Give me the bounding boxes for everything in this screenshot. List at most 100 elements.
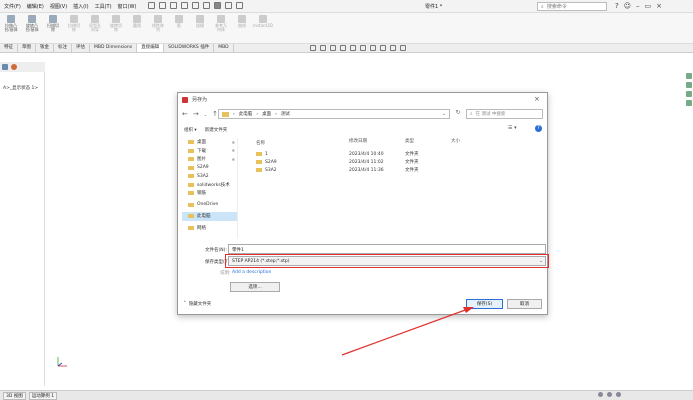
organize-button[interactable]: 组织 ▾ [184,127,197,133]
nav-pane-item[interactable]: OneDrive [182,201,237,210]
nav-pane-item[interactable]: S2A9 [182,164,237,173]
menu-item[interactable]: 窗口(W) [118,3,137,10]
resources-icon[interactable] [686,73,692,79]
address-dropdown-icon[interactable]: ⌄ [442,111,446,117]
breadcrumb-item[interactable]: 此电脑 [239,111,253,117]
appearance-tab-icon[interactable] [11,64,17,70]
feature-tree-icon[interactable] [2,64,8,70]
ribbon-button[interactable]: 旋转切除 [109,15,123,41]
cancel-button[interactable]: 取消 [507,299,542,309]
ribbon-button[interactable]: 拉伸切除 [67,15,81,41]
ribbon-button[interactable]: 拉伸凸台/基体 [4,15,18,41]
help-icon[interactable]: ? [615,2,619,10]
refresh-icon[interactable]: ↻ [453,109,463,119]
status-tab[interactable]: 3D 视图 [3,391,26,400]
nav-pane-item[interactable]: 下载 ✱ [182,147,237,156]
forward-arrow-icon[interactable]: → [193,110,199,118]
zoom-area-icon[interactable] [320,45,326,51]
command-search[interactable]: ⌕ 搜索命令 [537,2,607,11]
nav-pane-item[interactable]: 图片 ✱ [182,155,237,164]
ribbon-button[interactable]: 拔模 [193,15,207,41]
command-tab[interactable]: 钣金 [36,44,54,52]
scene-icon[interactable] [390,45,396,51]
hide-show-icon[interactable] [370,45,376,51]
command-tab[interactable]: MBD [214,44,234,52]
column-header[interactable]: 名称 [248,138,349,147]
new-document-icon[interactable] [159,2,166,9]
close-icon[interactable]: × [656,2,662,10]
ribbon-button[interactable]: 参考几何体 [214,15,228,41]
command-tab[interactable]: SOLIDWORKS 插件 [164,44,215,52]
file-row[interactable]: S2A9 2023/4/4 11:02 文件夹 [248,158,544,166]
file-explorer-icon[interactable] [686,91,692,97]
new-folder-button[interactable]: 新建文件夹 [205,127,228,133]
file-row[interactable]: 1 2023/4/4 10:40 文件夹 [248,150,544,158]
command-tab[interactable]: 直接编辑 [137,44,165,52]
address-bar[interactable]: › 此电脑 › 桌面 › 测试 [218,109,450,119]
recent-dropdown-icon[interactable]: ⌄ [204,112,207,117]
nav-pane-item[interactable]: 钢筋 [182,189,237,198]
nav-pane-item[interactable]: S3A2 [182,172,237,181]
menu-item[interactable]: 编辑(E) [27,3,44,10]
appearance-icon[interactable] [380,45,386,51]
nav-pane-item[interactable]: 此电脑 [182,212,237,221]
menu-item[interactable]: 文件(F) [4,3,21,10]
ribbon-button[interactable]: 曲线 [235,15,249,41]
previous-view-icon[interactable] [330,45,336,51]
command-tab[interactable]: 标注 [54,44,72,52]
tree-display-state[interactable]: A>_显示状态 1> [3,85,38,91]
home-icon[interactable] [148,2,155,9]
display-style-icon[interactable] [360,45,366,51]
rebuild-icon[interactable] [225,2,232,9]
column-header[interactable]: 类型 [405,138,451,147]
column-header[interactable]: 修改日期 [349,138,405,147]
command-tab[interactable]: 特征 [0,44,18,52]
minimize-icon[interactable]: – [636,2,640,10]
ribbon-button[interactable]: 线性阵列 [151,15,165,41]
command-tab[interactable]: 草图 [18,44,36,52]
view-options-icon[interactable]: ☰ ▾ [508,125,517,131]
select-pointer-icon[interactable] [214,2,221,9]
ribbon-button[interactable]: 异型孔向导 [88,15,102,41]
design-library-icon[interactable] [686,82,692,88]
search-input[interactable]: 搜索命令 [547,3,567,10]
help-icon[interactable]: ? [535,125,542,132]
ribbon-button[interactable]: 扫描切除 [46,15,60,41]
options-gear-icon[interactable] [236,2,243,9]
filename-field[interactable]: 零件1 [228,244,546,254]
folder-search-input[interactable]: 在 测试 中搜索 [476,111,506,117]
close-icon[interactable]: × [534,95,540,103]
restore-icon[interactable]: ▭ [645,2,652,10]
save-icon[interactable] [181,2,188,9]
view-settings-icon[interactable] [400,45,406,51]
undo-icon[interactable] [203,2,210,9]
view-orientation-icon[interactable] [350,45,356,51]
breadcrumb-item[interactable]: 测试 [281,111,290,117]
options-button[interactable]: 选项... [230,282,280,292]
ribbon-button[interactable]: 圆角 [130,15,144,41]
breadcrumb-item[interactable]: 桌面 [262,111,271,117]
ribbon-button[interactable]: 旋转凸台/基体 [25,15,39,41]
save-button[interactable]: 保存(S) [466,299,503,309]
ribbon-button[interactable]: Instant3D [253,15,273,41]
description-link[interactable]: Add a description [232,270,271,275]
print-icon[interactable] [192,2,199,9]
open-folder-icon[interactable] [170,2,177,9]
user-icon[interactable]: ☺ [624,2,631,10]
file-row[interactable]: S3A2 2023/4/4 11:36 文件夹 [248,166,544,174]
column-header[interactable]: 大小 [451,138,491,147]
back-arrow-icon[interactable]: ← [182,110,188,118]
ribbon-button[interactable]: 筋 [172,15,186,41]
status-tab[interactable]: 运动算例 1 [28,391,58,400]
nav-pane-item[interactable]: 桌面 ✱ [182,138,237,147]
hide-folders-toggle[interactable]: ⌃ 隐藏文件夹 [183,301,211,307]
menu-item[interactable]: 工具(T) [95,3,112,10]
appearances-icon[interactable] [686,100,692,106]
command-tab[interactable]: 评估 [72,44,90,52]
nav-pane-item[interactable]: solidworks技术 [182,181,237,190]
zoom-fit-icon[interactable] [310,45,316,51]
menu-item[interactable]: 插入(I) [73,3,88,10]
menu-item[interactable]: 视图(V) [50,3,67,10]
section-view-icon[interactable] [340,45,346,51]
nav-pane-item[interactable]: 网络 [182,224,237,233]
